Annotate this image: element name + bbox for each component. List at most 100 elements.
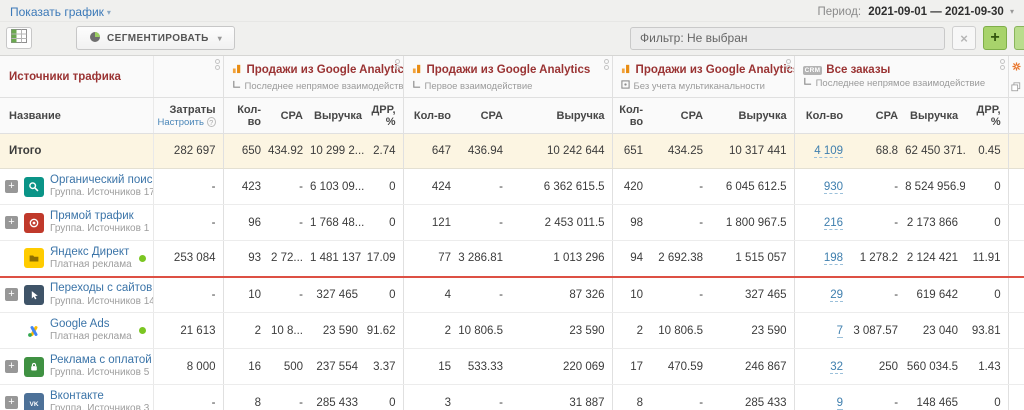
- source-sublabel: Платная реклама: [50, 331, 132, 343]
- cell-cpa: -: [268, 205, 310, 241]
- configure-link[interactable]: Настроить: [158, 117, 204, 128]
- cell-qty: 98: [612, 205, 650, 241]
- column-header-drr[interactable]: ДРР, %: [965, 98, 1008, 134]
- cell-costs: -: [153, 169, 223, 205]
- source-name-link[interactable]: Яндекс Директ: [50, 246, 132, 259]
- filter-add-button[interactable]: +: [983, 26, 1007, 50]
- cell-drr: 3.37: [365, 349, 403, 385]
- table-view-button[interactable]: [6, 27, 32, 49]
- column-header-qty[interactable]: Кол-во: [223, 98, 268, 134]
- gear-icon[interactable]: [395, 59, 400, 70]
- expand-button[interactable]: +: [5, 216, 18, 229]
- cell-cpa: -: [458, 277, 510, 313]
- column-header-cpa[interactable]: CPA: [458, 98, 510, 134]
- column-header-revenue[interactable]: Выручка: [510, 98, 612, 134]
- show-chart-link[interactable]: Показать график▾: [10, 5, 111, 19]
- column-header-cpa[interactable]: CPA: [850, 98, 905, 134]
- attribution-axis-icon: [232, 80, 241, 92]
- expand-button[interactable]: +: [5, 288, 18, 301]
- group-subtitle: Без учета мультиканальности: [634, 81, 765, 92]
- help-icon[interactable]: ?: [207, 117, 216, 127]
- vkontakte-icon: VK: [24, 393, 44, 410]
- column-header-cpa[interactable]: CPA: [650, 98, 710, 134]
- column-header-drr[interactable]: ДРР, %: [365, 98, 403, 134]
- filter-clear-button[interactable]: ×: [952, 26, 976, 50]
- column-header-qty[interactable]: Кол-во: [403, 98, 458, 134]
- cell-drr: 1.43: [965, 349, 1008, 385]
- cell-cpa: -: [458, 169, 510, 205]
- filter-input[interactable]: [630, 27, 945, 50]
- column-header-costs[interactable]: Затраты Настроить?: [153, 98, 223, 134]
- source-name-link[interactable]: Вконтакте: [50, 390, 149, 403]
- settings-gear-icon[interactable]: [1012, 58, 1021, 76]
- source-name-cell: + Органический поиск Группа. Источников …: [0, 169, 153, 205]
- bar-chart-icon: [412, 61, 423, 79]
- column-header-name[interactable]: Название: [0, 98, 153, 134]
- cell-cpa: 434.92: [268, 134, 310, 169]
- cell-cpa: 2 692.38: [650, 241, 710, 277]
- column-header-qty[interactable]: Кол-во: [612, 98, 650, 134]
- group-header-ga-last-indirect: Продажи из Google Analytics Последнее не…: [223, 56, 403, 98]
- cell-cpa: 434.25: [650, 134, 710, 169]
- gear-icon[interactable]: [604, 59, 609, 70]
- attribution-axis-icon: [412, 80, 421, 92]
- column-header-revenue[interactable]: Выручка: [310, 98, 365, 134]
- source-sublabel: Группа. Источников 5: [50, 367, 153, 379]
- orders-count-link[interactable]: 216: [824, 217, 843, 230]
- cell-drr: 17.09: [365, 241, 403, 277]
- orders-count-link[interactable]: 9: [837, 397, 843, 410]
- cell-drr: 0: [365, 277, 403, 313]
- expand-button[interactable]: +: [5, 396, 18, 409]
- cell-revenue: 1 800 967.5: [710, 205, 794, 241]
- source-sublabel: Группа. Источников 1: [50, 223, 149, 235]
- gear-icon[interactable]: [215, 59, 220, 70]
- sources-header-cell: Источники трафика: [0, 56, 153, 98]
- direct-traffic-icon: [24, 213, 44, 233]
- cell-drr: 0: [965, 169, 1008, 205]
- period-label: Период:: [818, 6, 862, 18]
- table-row: + Прямой трафик Группа. Источников 1 - 9…: [0, 205, 1024, 241]
- source-name-link[interactable]: Реклама с оплатой за клик: [50, 354, 153, 367]
- source-name-cell: + VK Вконтакте Группа. Источников 3: [0, 385, 153, 410]
- column-header-cpa[interactable]: CPA: [268, 98, 310, 134]
- column-header-revenue[interactable]: Выручка: [905, 98, 965, 134]
- side-tools-cell: [1008, 385, 1024, 410]
- gear-icon[interactable]: [786, 59, 791, 70]
- orders-count-link[interactable]: 29: [830, 289, 843, 302]
- cell-revenue: 2 453 011.5: [510, 205, 612, 241]
- cell-cpa: -: [268, 169, 310, 205]
- segment-button[interactable]: СЕГМЕНТИРОВАТЬ ▾: [76, 26, 235, 50]
- cell-qty: 2: [223, 313, 268, 349]
- table-body: Итого 282 697 650 434.92 10 299 2... 2.7…: [0, 134, 1024, 410]
- cell-costs: 253 084: [153, 241, 223, 277]
- site-referrals-icon: [24, 285, 44, 305]
- orders-count-link[interactable]: 7: [837, 325, 843, 338]
- column-header-revenue[interactable]: Выручка: [710, 98, 794, 134]
- source-name-link[interactable]: Органический поиск: [50, 174, 153, 187]
- chevron-down-icon: ▾: [107, 8, 111, 17]
- group-header-ga-no-multichannel: Продажи из Google Analytics Без учета му…: [612, 56, 794, 98]
- source-name-link[interactable]: Переходы с сайтов: [50, 282, 153, 295]
- orders-count-link[interactable]: 198: [824, 252, 843, 265]
- gear-icon[interactable]: [1000, 59, 1005, 70]
- copy-icon[interactable]: [1011, 79, 1021, 97]
- source-name-link[interactable]: Прямой трафик: [50, 210, 149, 223]
- expand-button[interactable]: +: [5, 180, 18, 193]
- cell-revenue: 237 554: [310, 349, 365, 385]
- cell-revenue: 246 867: [710, 349, 794, 385]
- cutoff-button[interactable]: [1014, 26, 1024, 50]
- column-header-qty[interactable]: Кол-во: [794, 98, 850, 134]
- cell-qty: 77: [403, 241, 458, 277]
- orders-count-link[interactable]: 930: [824, 181, 843, 194]
- expand-button[interactable]: +: [5, 360, 18, 373]
- orders-count-link[interactable]: 4 109: [814, 145, 843, 158]
- show-chart-label: Показать график: [10, 5, 104, 19]
- cell-costs: -: [153, 205, 223, 241]
- period-selector[interactable]: Период: 2021-09-01 — 2021-09-30 ▾: [818, 6, 1015, 18]
- side-tools-cell: [1008, 56, 1024, 98]
- source-name-link[interactable]: Google Ads: [50, 318, 132, 331]
- cell-drr: 0.45: [965, 134, 1008, 169]
- orders-count-link[interactable]: 32: [830, 361, 843, 374]
- cell-revenue: 23 590: [310, 313, 365, 349]
- cell-drr: 0: [365, 169, 403, 205]
